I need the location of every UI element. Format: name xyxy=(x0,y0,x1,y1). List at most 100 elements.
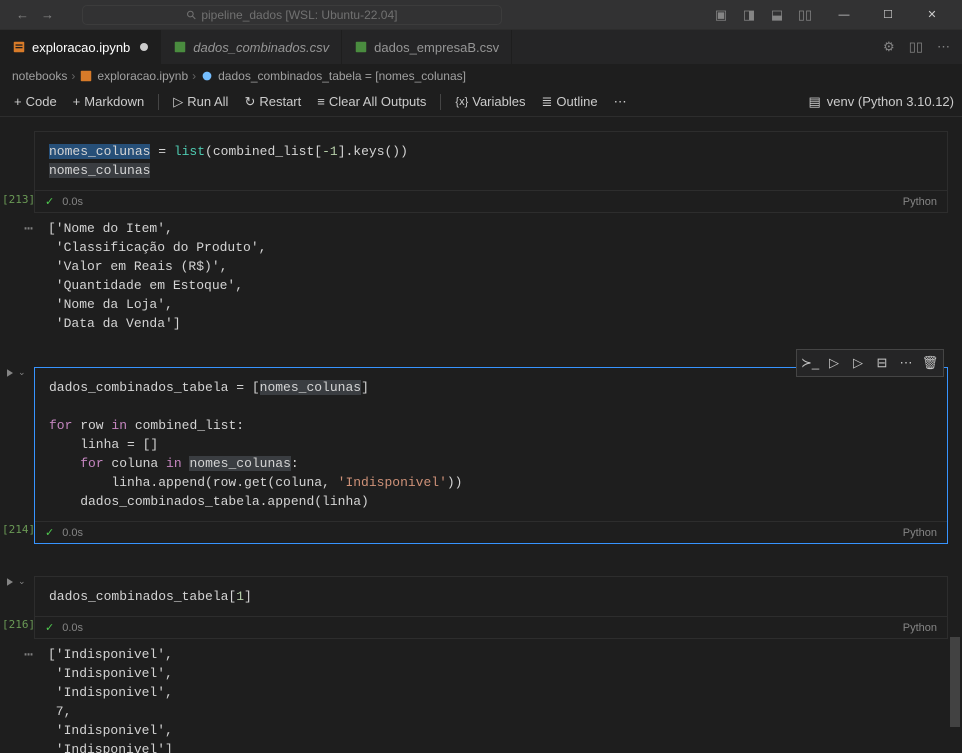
code-cell[interactable]: dados_combinados_tabela = [nomes_colunas… xyxy=(34,367,948,544)
csv-file-icon xyxy=(354,40,368,54)
run-gutter[interactable]: ⌄ xyxy=(4,367,26,379)
clear-outputs-button[interactable]: ≡Clear All Outputs xyxy=(311,92,432,111)
tab-action-icons: ⚙ ▯▯ ⋯ xyxy=(871,30,962,64)
layout-sidebar-icon[interactable]: ◨ xyxy=(742,8,756,22)
output-indicator-icon[interactable]: ⋯ xyxy=(4,645,34,663)
check-icon: ✓ xyxy=(45,526,54,539)
tab-label: dados_empresaB.csv xyxy=(374,40,499,55)
exec-time: 0.0s xyxy=(62,527,83,539)
kernel-picker[interactable]: ▤ venv (Python 3.10.12) xyxy=(809,94,955,110)
add-code-button[interactable]: +Code xyxy=(8,92,63,111)
tab-exploracao[interactable]: exploracao.ipynb xyxy=(0,30,161,64)
execute-above-icon[interactable]: ▷ xyxy=(847,352,869,374)
outline-icon: ≣ xyxy=(541,94,552,110)
execution-count: [214] xyxy=(2,523,32,536)
plus-icon: + xyxy=(73,94,81,109)
code-editor[interactable]: dados_combinados_tabela[1] xyxy=(35,577,947,616)
cell-output: ['Nome do Item', 'Classificação do Produ… xyxy=(34,213,948,339)
titlebar: ← → pipeline_dados [WSL: Ubuntu-22.04] ▣… xyxy=(0,0,962,30)
exec-time: 0.0s xyxy=(62,622,83,634)
scrollbar-thumb[interactable] xyxy=(950,637,960,727)
chevron-down-icon[interactable]: ⌄ xyxy=(18,367,26,379)
variable-icon xyxy=(200,69,214,83)
check-icon: ✓ xyxy=(45,621,54,634)
execution-count: [213] xyxy=(2,193,32,206)
cell-213: nomes_colunas = list(combined_list[-1].k… xyxy=(0,117,962,213)
notebook-body[interactable]: nomes_colunas = list(combined_list[-1].k… xyxy=(0,117,962,753)
separator xyxy=(158,94,159,110)
maximize-button[interactable]: ☐ xyxy=(866,0,910,30)
output-indicator-icon[interactable]: ⋯ xyxy=(4,219,34,237)
play-icon[interactable] xyxy=(4,576,16,588)
cell-status: ✓ 0.0s Python xyxy=(35,190,947,212)
gear-icon[interactable]: ⚙ xyxy=(883,39,895,55)
titlebar-actions: ▣ ◨ ⬓ ▯▯ xyxy=(714,8,812,22)
add-markdown-button[interactable]: +Markdown xyxy=(67,92,151,111)
chevron-right-icon: › xyxy=(192,69,196,83)
window-controls: — ☐ ✕ xyxy=(822,0,954,30)
tab-label: exploracao.ipynb xyxy=(32,40,130,55)
command-center[interactable]: pipeline_dados [WSL: Ubuntu-22.04] xyxy=(82,5,502,25)
cell-status: ✓ 0.0s Python xyxy=(35,616,947,638)
tab-dados-empresab[interactable]: dados_empresaB.csv xyxy=(342,30,512,64)
cell-language[interactable]: Python xyxy=(903,196,937,208)
close-button[interactable]: ✕ xyxy=(910,0,954,30)
restart-button[interactable]: ↻Restart xyxy=(238,92,307,112)
more-button[interactable]: ⋯ xyxy=(608,92,633,112)
exec-time: 0.0s xyxy=(62,196,83,208)
play-all-icon: ▷ xyxy=(173,94,183,110)
more-actions-icon[interactable]: ⋯ xyxy=(895,352,917,374)
cell-language[interactable]: Python xyxy=(903,622,937,634)
more-icon[interactable]: ⋯ xyxy=(937,39,950,55)
cell-216: ⌄ dados_combinados_tabela[1] ✓ 0.0s Pyth… xyxy=(0,562,962,639)
play-icon[interactable] xyxy=(4,367,16,379)
breadcrumb-item[interactable]: exploracao.ipynb xyxy=(97,69,188,83)
cell-language[interactable]: Python xyxy=(903,527,937,539)
chevron-down-icon[interactable]: ⌄ xyxy=(18,576,26,588)
separator xyxy=(440,94,441,110)
csv-file-icon xyxy=(173,40,187,54)
minimize-button[interactable]: — xyxy=(822,0,866,30)
server-icon: ▤ xyxy=(809,94,821,110)
breadcrumb-item[interactable]: dados_combinados_tabela = [nomes_colunas… xyxy=(218,69,466,83)
run-all-button[interactable]: ▷Run All xyxy=(167,92,234,112)
code-editor[interactable]: nomes_colunas = list(combined_list[-1].k… xyxy=(35,132,947,190)
execution-count: [216] xyxy=(2,618,32,631)
back-arrow-icon[interactable]: ← xyxy=(16,7,29,22)
variables-button[interactable]: {x}Variables xyxy=(449,92,531,111)
breadcrumb-item[interactable]: notebooks xyxy=(12,69,67,83)
layout-panel-icon[interactable]: ▣ xyxy=(714,8,728,22)
cell-status: ✓ 0.0s Python xyxy=(35,521,947,543)
variables-icon: {x} xyxy=(455,96,468,108)
run-by-line-icon[interactable]: ≻_ xyxy=(799,352,821,374)
tab-label: dados_combinados.csv xyxy=(193,40,329,55)
notebook-file-icon xyxy=(79,69,93,83)
delete-cell-icon[interactable]: 🗑 xyxy=(919,352,941,374)
forward-arrow-icon[interactable]: → xyxy=(41,7,54,22)
code-cell[interactable]: dados_combinados_tabela[1] ✓ 0.0s Python xyxy=(34,576,948,639)
cell-output: ['Indisponivel', 'Indisponivel', 'Indisp… xyxy=(34,639,948,753)
restart-icon: ↻ xyxy=(244,94,255,110)
notebook-file-icon xyxy=(12,40,26,54)
code-cell[interactable]: nomes_colunas = list(combined_list[-1].k… xyxy=(34,131,948,213)
check-icon: ✓ xyxy=(45,195,54,208)
execute-cell-icon[interactable]: ▷ xyxy=(823,352,845,374)
code-editor[interactable]: dados_combinados_tabela = [nomes_colunas… xyxy=(35,368,947,521)
editor-tabs: exploracao.ipynb dados_combinados.csv da… xyxy=(0,30,962,65)
outline-button[interactable]: ≣Outline xyxy=(535,92,603,112)
chevron-right-icon: › xyxy=(71,69,75,83)
dirty-indicator-icon xyxy=(140,43,148,51)
nav-arrows: ← → xyxy=(8,7,62,22)
customize-layout-icon[interactable]: ▯▯ xyxy=(798,8,812,22)
cell-214: ⌄ ≻_ ▷ ▷ ⊟ ⋯ 🗑 dados_combinados_tabela =… xyxy=(0,353,962,544)
breadcrumb[interactable]: notebooks › exploracao.ipynb › dados_com… xyxy=(0,65,962,87)
run-gutter[interactable]: ⌄ xyxy=(4,576,26,588)
layout-bottom-icon[interactable]: ⬓ xyxy=(770,8,784,22)
notebook-toolbar: +Code +Markdown ▷Run All ↻Restart ≡Clear… xyxy=(0,87,962,117)
split-cell-icon[interactable]: ⊟ xyxy=(871,352,893,374)
cell-action-toolbar: ≻_ ▷ ▷ ⊟ ⋯ 🗑 xyxy=(796,349,944,377)
tab-dados-combinados[interactable]: dados_combinados.csv xyxy=(161,30,342,64)
scrollbar[interactable] xyxy=(948,117,962,753)
split-editor-icon[interactable]: ▯▯ xyxy=(909,39,923,55)
plus-icon: + xyxy=(14,94,22,109)
